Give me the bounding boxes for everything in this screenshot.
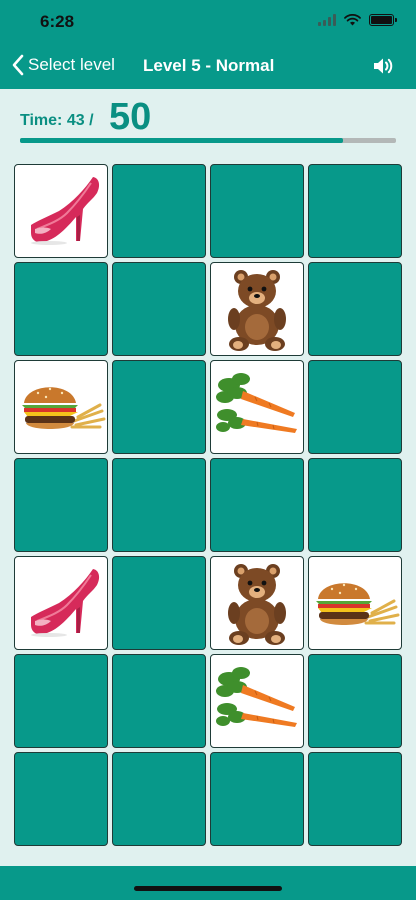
card-hidden[interactable] (308, 262, 402, 356)
battery-icon (369, 14, 397, 26)
card-hidden[interactable] (308, 458, 402, 552)
card-hidden[interactable] (112, 164, 206, 258)
shoe-icon (31, 569, 100, 637)
page-title: Level 5 - Normal (143, 56, 275, 75)
card-carrot[interactable] (210, 654, 304, 748)
bear-icon (228, 564, 286, 645)
card-hidden[interactable] (308, 654, 402, 748)
card-hidden[interactable] (308, 164, 402, 258)
card-hidden[interactable] (210, 752, 304, 846)
card-grid (14, 164, 402, 846)
time-limit: 50 (109, 96, 152, 138)
carrot-icon (216, 667, 297, 727)
card-shoe[interactable] (14, 556, 108, 650)
card-hidden[interactable] (112, 360, 206, 454)
status-time: 6:28 (40, 12, 75, 31)
time-progress-bar (20, 138, 396, 143)
card-hidden[interactable] (14, 458, 108, 552)
nav-bar: Select level Level 5 - Normal (0, 44, 416, 89)
burger-icon (22, 387, 106, 429)
card-hidden[interactable] (14, 262, 108, 356)
card-hidden[interactable] (14, 654, 108, 748)
card-hidden[interactable] (112, 752, 206, 846)
card-hidden[interactable] (210, 458, 304, 552)
card-shoe[interactable] (14, 164, 108, 258)
back-label: Select level (28, 55, 115, 74)
card-burger[interactable] (14, 360, 108, 454)
speaker-icon (374, 58, 393, 74)
card-hidden[interactable] (112, 458, 206, 552)
sound-toggle-button[interactable] (372, 56, 394, 81)
status-bar: 6:28 (0, 0, 416, 44)
card-burger[interactable] (308, 556, 402, 650)
card-hidden[interactable] (210, 164, 304, 258)
card-hidden[interactable] (308, 360, 402, 454)
chevron-left-icon (12, 54, 24, 76)
shoe-icon (31, 177, 100, 245)
home-indicator (134, 886, 282, 891)
card-hidden[interactable] (112, 654, 206, 748)
status-icons (318, 14, 397, 26)
carrot-icon (216, 373, 297, 433)
bear-icon (228, 270, 286, 351)
card-bear[interactable] (210, 262, 304, 356)
burger-icon (316, 583, 400, 625)
card-bear[interactable] (210, 556, 304, 650)
time-progress-fill (20, 138, 344, 143)
bottom-bar (0, 866, 416, 900)
time-elapsed-label: Time: 43 / (20, 112, 94, 129)
card-hidden[interactable] (112, 262, 206, 356)
signal-icon (318, 14, 336, 26)
card-hidden[interactable] (112, 556, 206, 650)
back-button[interactable]: Select level (12, 54, 115, 76)
wifi-icon (344, 14, 361, 26)
card-carrot[interactable] (210, 360, 304, 454)
card-hidden[interactable] (308, 752, 402, 846)
card-hidden[interactable] (14, 752, 108, 846)
